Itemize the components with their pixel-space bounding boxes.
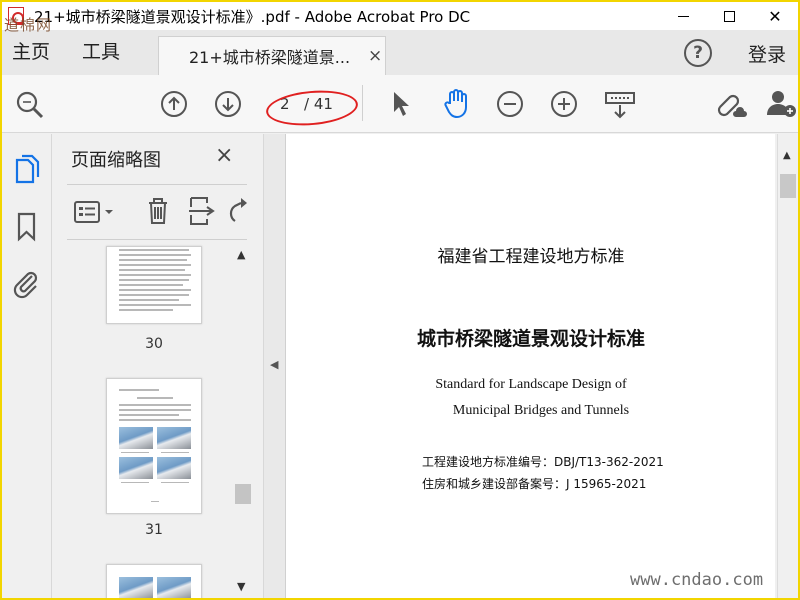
- menu-home[interactable]: 主页: [2, 30, 60, 75]
- panel-collapse-strip[interactable]: ◀: [263, 134, 285, 598]
- doc-english-line2: Municipal Bridges and Tunnels: [452, 403, 630, 418]
- rotate-page-icon[interactable]: [227, 195, 251, 227]
- toolbar: / 41: [2, 75, 798, 133]
- tab-close-icon[interactable]: ×: [368, 46, 382, 66]
- attachment-icon[interactable]: [12, 268, 40, 300]
- menu-bar: 主页 工具 21+城市桥梁隧道景... × ? 登录: [2, 30, 798, 75]
- thumbnails-scrollbar[interactable]: ▲ ▼: [235, 244, 251, 596]
- doc-standard-number: 工程建设地方标准编号：DBJ/T13-362-2021: [422, 455, 664, 469]
- page-thumbnail-30[interactable]: [106, 246, 202, 324]
- collapse-left-icon[interactable]: ◀: [270, 358, 278, 371]
- toolbar-divider: [362, 85, 363, 121]
- search-zoom-icon[interactable]: [14, 89, 46, 119]
- bookmark-icon[interactable]: [16, 212, 38, 242]
- login-button[interactable]: 登录: [748, 40, 786, 67]
- thumbnail-label: 31: [145, 522, 163, 538]
- doc-english-line1: Standard for Landscape Design of: [435, 377, 627, 392]
- panel-toolbar: [67, 184, 247, 240]
- close-window-button[interactable]: ✕: [752, 2, 798, 30]
- doc-record-number: 住房和城乡建设部备案号：J 15965-2021: [422, 477, 647, 491]
- minimize-button[interactable]: [660, 2, 706, 30]
- add-user-icon[interactable]: [766, 87, 798, 121]
- scroll-up-icon[interactable]: ▲: [237, 248, 245, 261]
- doc-heading-title: 城市桥梁隧道景观设计标准: [416, 328, 645, 350]
- hand-tool-icon[interactable]: [442, 87, 472, 119]
- doc-scroll-thumb[interactable]: [780, 174, 796, 198]
- thumbnails-panel: 页面缩略图 × 30 31 ▲ ▼: [53, 134, 263, 600]
- title-bar: 21+城市桥梁隧道景观设计标准》.pdf - Adobe Acrobat Pro…: [2, 2, 798, 30]
- document-tab[interactable]: 21+城市桥梁隧道景... ×: [158, 36, 386, 75]
- panel-close-icon[interactable]: ×: [215, 143, 233, 168]
- page-thumbnail-32[interactable]: [106, 564, 202, 600]
- thumbnail-options-icon[interactable]: [73, 199, 117, 227]
- page-down-icon[interactable]: [214, 90, 242, 118]
- thumbnail-label: 30: [145, 336, 163, 352]
- page-thumbnail-31[interactable]: [106, 378, 202, 514]
- doc-heading-org: 福建省工程建设地方标准: [437, 247, 625, 267]
- document-page: 福建省工程建设地方标准 城市桥梁隧道景观设计标准 Standard for La…: [285, 134, 775, 598]
- zoom-out-icon[interactable]: [496, 90, 524, 118]
- page-up-icon[interactable]: [160, 90, 188, 118]
- keyboard-scroll-icon[interactable]: [604, 90, 636, 120]
- delete-page-icon[interactable]: [145, 195, 171, 227]
- scroll-down-icon[interactable]: ▼: [237, 580, 245, 593]
- watermark-top-left: 道棉网: [4, 16, 53, 34]
- window-title: 21+城市桥梁隧道景观设计标准》.pdf - Adobe Acrobat Pro…: [34, 7, 471, 26]
- current-page-input[interactable]: [274, 91, 304, 117]
- extract-page-icon[interactable]: [187, 195, 217, 227]
- menu-tools[interactable]: 工具: [72, 30, 130, 75]
- document-scrollbar[interactable]: ▲: [777, 134, 798, 598]
- zoom-in-icon[interactable]: [550, 90, 578, 118]
- select-arrow-icon[interactable]: [390, 90, 412, 118]
- page-navigator: / 41: [274, 90, 354, 118]
- page-thumbnails-icon[interactable]: [14, 154, 40, 184]
- total-pages: / 41: [304, 95, 333, 113]
- navigation-rail: [2, 134, 52, 598]
- help-icon[interactable]: ?: [684, 39, 712, 67]
- maximize-button[interactable]: [706, 2, 752, 30]
- share-link-icon[interactable]: [714, 87, 748, 121]
- document-tab-label: 21+城市桥梁隧道景...: [189, 48, 351, 67]
- thumbnails-scroll-thumb[interactable]: [235, 484, 251, 504]
- doc-scroll-up-icon[interactable]: ▲: [783, 150, 791, 161]
- panel-title: 页面缩略图: [71, 150, 161, 171]
- watermark-bottom-right: www.cndao.com: [630, 570, 764, 590]
